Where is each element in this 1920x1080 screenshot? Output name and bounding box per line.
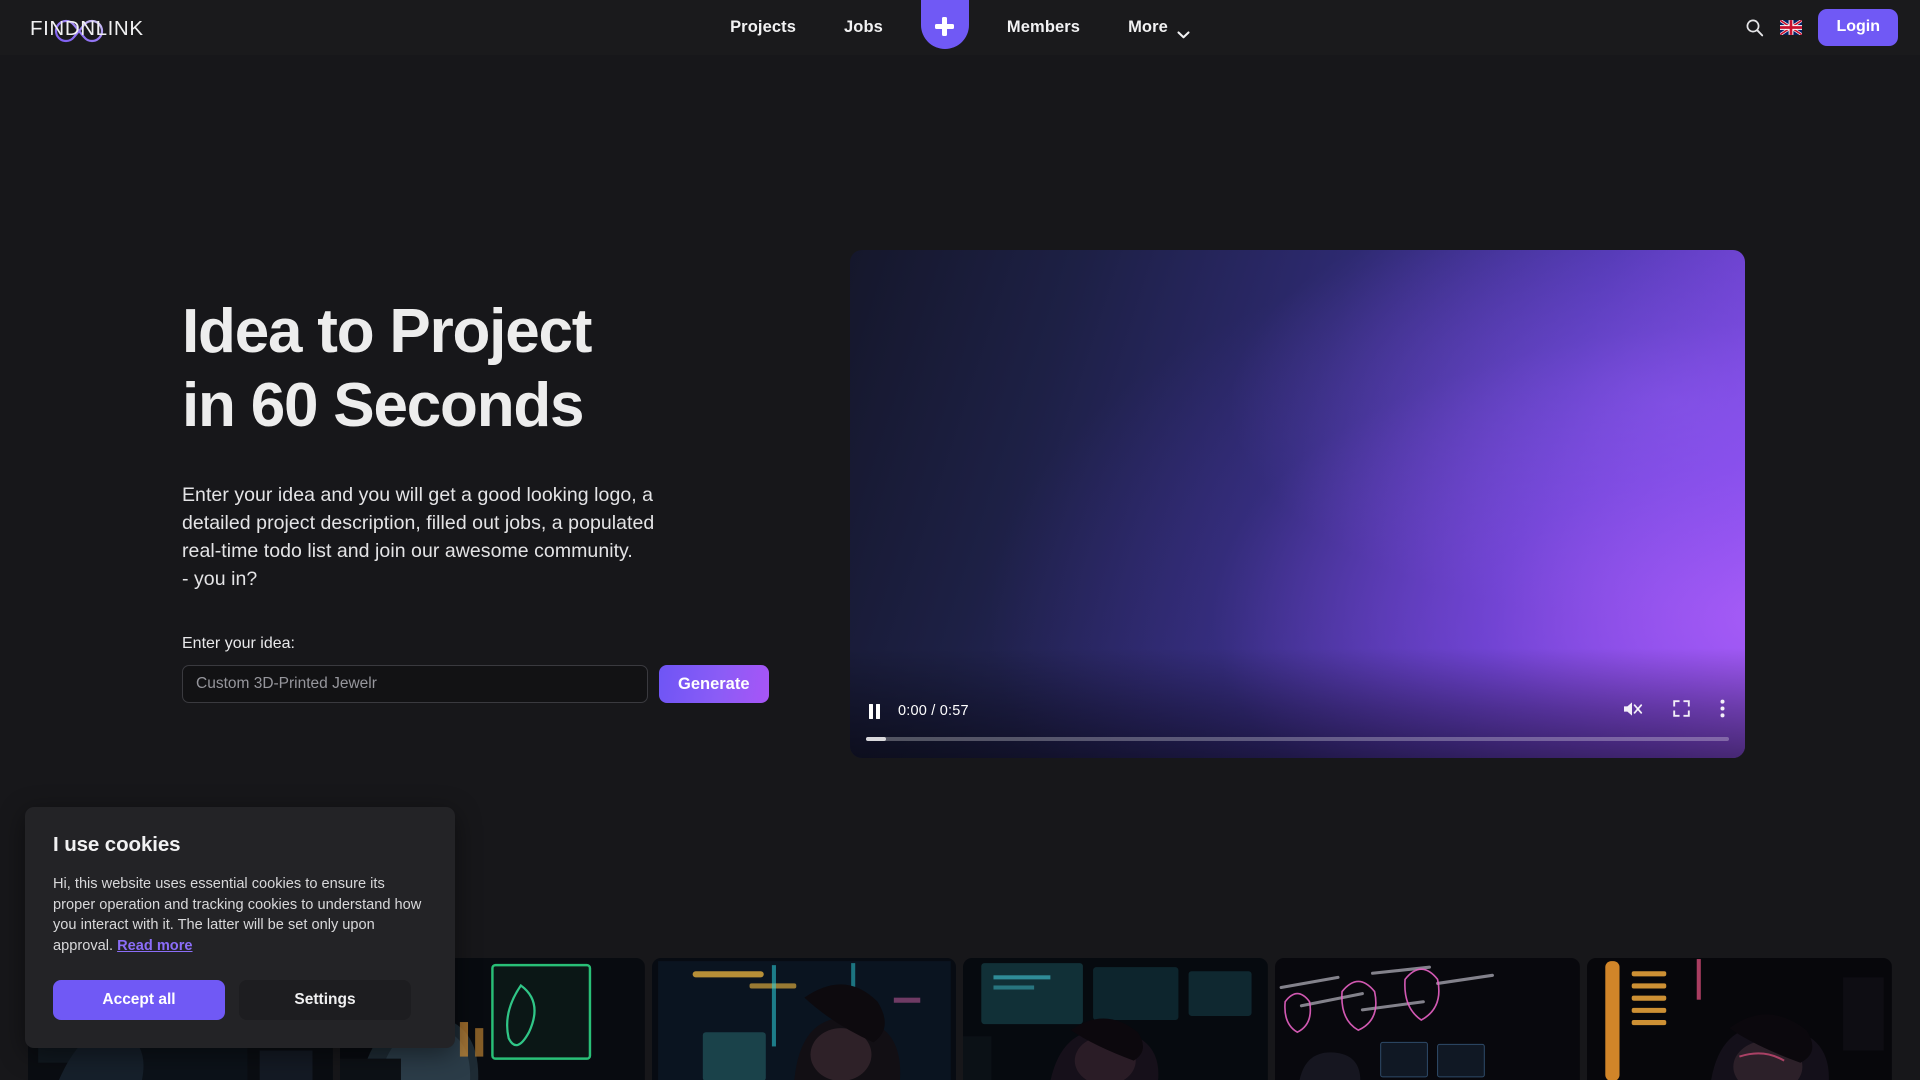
kebab-menu-icon[interactable] (1720, 699, 1725, 723)
idea-input-row: Generate (182, 665, 802, 703)
nav-link-members[interactable]: Members (1007, 18, 1080, 37)
create-new-button[interactable] (920, 0, 969, 49)
video-time-display: 0:00 / 0:57 (898, 703, 969, 719)
generate-button[interactable]: Generate (659, 665, 769, 703)
carousel-item-5[interactable] (1275, 958, 1581, 1080)
carousel-item-6[interactable] (1587, 958, 1892, 1080)
nav-link-jobs[interactable]: Jobs (844, 18, 883, 37)
cookie-banner-title: I use cookies (53, 832, 181, 856)
page-title: Idea to Project in 60 Seconds (182, 297, 592, 440)
nav-link-more[interactable]: More (1128, 18, 1190, 38)
pause-icon[interactable] (868, 703, 881, 719)
fullscreen-icon[interactable] (1673, 700, 1690, 722)
accept-all-button[interactable]: Accept all (53, 980, 225, 1020)
hero-section: Idea to Project in 60 Seconds Enter your… (0, 55, 1920, 1080)
nav-right-group: Login (1745, 0, 1898, 55)
hero-text-column: Idea to Project in 60 Seconds Enter your… (182, 295, 802, 703)
promo-video-player[interactable]: 0:00 / 0:57 (850, 250, 1745, 758)
idea-input[interactable] (182, 665, 648, 703)
carousel-item-4[interactable] (963, 958, 1269, 1080)
plus-icon (935, 16, 955, 36)
login-button[interactable]: Login (1818, 9, 1898, 46)
idea-input-label: Enter your idea: (182, 635, 295, 652)
chevron-down-icon (1177, 26, 1190, 38)
cookie-banner-text: Hi, this website uses essential cookies … (53, 874, 427, 957)
cookie-consent-banner: I use cookies Hi, this website uses esse… (25, 806, 455, 1048)
nav-link-more-label: More (1128, 18, 1168, 36)
cookie-settings-button[interactable]: Settings (239, 980, 411, 1020)
video-progress-fill (866, 737, 886, 741)
logo-text: FINDNLINK (30, 17, 144, 40)
hero-subtitle: Enter your idea and you will get a good … (182, 484, 655, 590)
search-icon[interactable] (1745, 18, 1764, 37)
video-right-controls (1622, 699, 1729, 723)
logo[interactable]: FINDNLINK (22, 6, 152, 48)
video-progress-bar[interactable] (866, 737, 1729, 741)
top-navigation-bar: FINDNLINK Projects Jobs Members More Log… (0, 0, 1920, 55)
volume-muted-icon[interactable] (1622, 700, 1643, 723)
cookie-banner-actions: Accept all Settings (53, 980, 427, 1020)
read-more-link[interactable]: Read more (117, 938, 192, 954)
carousel-item-3[interactable] (651, 958, 957, 1080)
nav-links-group: Projects Jobs Members More (0, 0, 1920, 55)
uk-flag-icon[interactable] (1780, 20, 1803, 35)
cookie-banner-body: Hi, this website uses essential cookies … (53, 875, 422, 955)
nav-link-projects[interactable]: Projects (730, 18, 796, 37)
video-control-bar: 0:00 / 0:57 (850, 698, 1745, 724)
